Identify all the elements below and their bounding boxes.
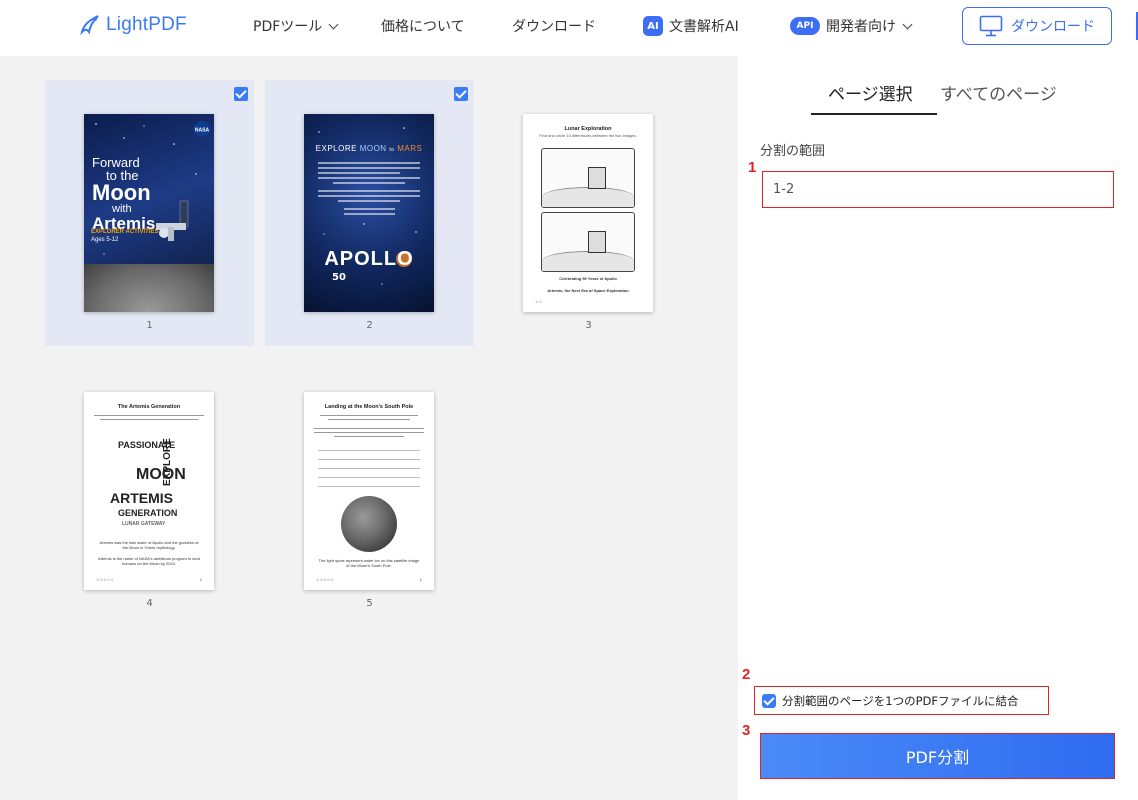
page-preview: Landing at the Moon's South Pole The lig… [304,392,434,590]
cover-text-lines [318,162,420,218]
page-preview: EXPLORE MOON to MARS APOLLO 50 [304,114,434,312]
word-cloud-word: EXPLORE [162,438,173,486]
word-cloud-word: LUNAR GATEWAY [122,521,166,527]
nav-download-label: ダウンロード [512,19,596,35]
nav-download[interactable]: ダウンロード [512,16,596,36]
page-thumbnail-1[interactable]: NASA Forward to the Moon with Artemis EX… [45,80,254,346]
nav-developers[interactable]: API 開発者向け [790,16,913,36]
annotation-marker-1: 1 [748,159,757,176]
page-preview: The Artemis Generation PASSIONATE MOON A… [84,392,214,590]
puzzle-image-bottom [541,212,635,272]
page-corner-mark: ☆☆☆☆☆ [316,577,334,582]
lightpdf-logo-icon [80,15,99,36]
page-thumbnail-2[interactable]: EXPLORE MOON to MARS APOLLO 50 2 [265,80,474,346]
page-title: Landing at the Moon's South Pole [324,404,414,410]
page-thumbnail-3[interactable]: Lunar Exploration Find and circle 10 dif… [484,80,693,346]
cover-explore-heading: EXPLORE MOON to MARS [304,144,434,153]
page-select-checkbox[interactable] [454,87,468,101]
page-subtitle [94,412,204,423]
download-button[interactable]: ダウンロード [962,7,1112,45]
page-footer-line: Artemis, the Next Era of Space Explorati… [547,288,629,293]
tab-page-selection[interactable]: ページ選択 [828,80,913,105]
page-preview: NASA Forward to the Moon with Artemis EX… [84,114,214,312]
ai-badge-icon: AI [643,16,663,36]
word-cloud-word: GENERATION [118,508,178,518]
cover-title: Forward to the Moon with Artemis [92,156,155,232]
split-range-input[interactable] [762,171,1114,208]
page-caption: Artemis was the twin sister of Apollo an… [99,540,199,550]
pdf-split-button[interactable]: PDF分割 [760,733,1115,779]
cover-explore-word: EXPLORE [315,144,357,153]
page-thumbnail-4[interactable]: The Artemis Generation PASSIONATE MOON A… [45,358,254,624]
cover-moon-word: MOON [359,144,387,153]
page-corner-number: 1 [419,577,422,582]
cover-apollo-logo: APOLLO [324,248,414,270]
chevron-down-icon [902,19,913,29]
cover-subtitle: EXPLORER ACTIVITIES [91,229,159,235]
cover-mars-word: MARS [397,144,423,153]
monitor-icon [979,15,1003,37]
page-subtitle [314,412,424,440]
moon-surface-graphic [84,264,214,312]
nav-document-ai[interactable]: AI 文書解析AI [643,16,739,36]
puzzle-image-top [541,148,635,208]
moon-south-pole-image [341,496,397,552]
page-corner-mark: ☆☆ [535,299,543,304]
merge-checkbox[interactable] [762,693,776,708]
api-badge-icon: API [790,17,820,35]
page-number: 2 [366,320,373,331]
annotation-marker-3: 3 [742,722,751,739]
page-corner-mark: ☆☆☆☆☆ [96,577,114,582]
cover-title-line: Moon [92,180,151,205]
nav-document-ai-label: 文書解析AI [669,19,739,35]
page-caption: Artemis is the name of NASA's ambitious … [98,556,200,566]
writing-lines [318,450,420,495]
page-number: 5 [366,598,373,609]
cover-ages: Ages 5-12 [91,237,119,243]
top-navigation-bar: LightPDF PDFツール 価格について ダウンロード AI 文書解析AI … [0,0,1138,56]
page-number: 3 [585,320,592,331]
space-station-graphic [156,200,189,241]
word-cloud-word: MOON [136,466,186,483]
nav-developers-label: 開発者向け [826,19,896,35]
page-select-checkbox[interactable] [234,87,248,101]
nav-pricing-label: 価格について [381,19,465,35]
page-corner-number: 1 [199,577,202,582]
annotation-marker-2: 2 [742,666,751,683]
merge-checkbox-label: 分割範囲のページを1つのPDFファイルに結合 [782,693,1019,708]
page-preview: Lunar Exploration Find and circle 10 dif… [523,114,653,312]
page-thumbnail-area: NASA Forward to the Moon with Artemis EX… [0,56,738,800]
lightpdf-logo[interactable]: LightPDF [76,12,187,38]
page-title: The Artemis Generation [117,404,181,410]
page-subtitle: Find and circle 10 differences between t… [539,133,637,138]
page-number: 1 [146,320,153,331]
word-cloud-word: ARTEMIS [110,490,173,506]
nav-pdf-tools[interactable]: PDFツール [253,16,339,36]
page-caption: The light spots represent water ice on t… [318,558,420,568]
page-thumbnail-5[interactable]: Landing at the Moon's South Pole The lig… [265,358,474,624]
page-footer-line: Celebrating 50 Years of Apollo [559,276,617,281]
nav-pdf-tools-label: PDFツール [253,19,323,35]
cover-anniversary: 50 [332,272,346,283]
svg-text:NASA: NASA [195,128,210,134]
download-button-label: ダウンロード [1011,19,1095,35]
page-number: 4 [146,598,153,609]
active-tab-indicator [811,113,937,115]
merge-option[interactable]: 分割範囲のページを1つのPDFファイルに結合 [754,686,1049,715]
page-title: Lunar Exploration [564,126,612,132]
tab-all-pages[interactable]: すべてのページ [940,80,1057,105]
cover-to-word: to [389,147,395,153]
nav-pricing[interactable]: 価格について [381,16,465,36]
split-range-label: 分割の範囲 [760,144,826,159]
chevron-down-icon [328,19,339,29]
logo-text: LightPDF [106,14,187,35]
word-cloud: PASSIONATE MOON ARTEMIS GENERATION EXPLO… [100,426,198,532]
split-settings-panel: ページ選択 すべてのページ 分割の範囲 1 2 分割範囲のページを1つのPDFフ… [738,56,1138,800]
